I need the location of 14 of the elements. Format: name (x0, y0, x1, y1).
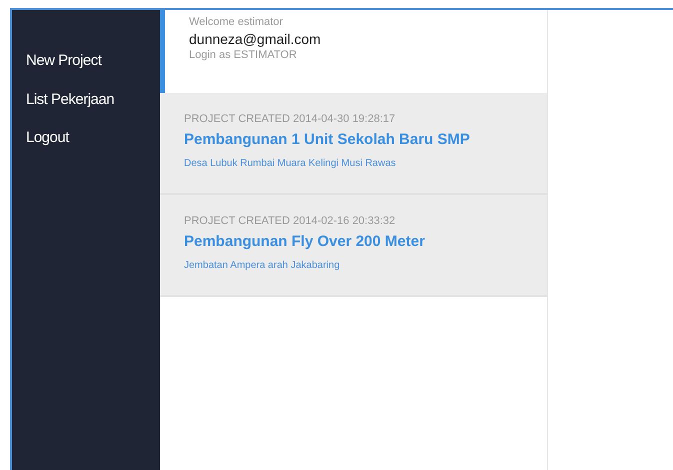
welcome-text: Welcome estimator (189, 15, 284, 30)
sidebar-link[interactable]: Logout (12, 127, 69, 150)
project-title[interactable]: Pembangunan Fly Over 200 Meter (184, 230, 425, 253)
role-text: Login as ESTIMATOR (189, 48, 298, 62)
project-title[interactable]: Pembangunan 1 Unit Sekolah Baru SMP (184, 128, 470, 151)
project-location: Jembatan Ampera arah Jakabaring (184, 258, 341, 272)
sidebar-link[interactable]: List Pekerjaan (12, 88, 114, 111)
project-location: Desa Lubuk Rumbai Muara Kelingi Musi Rawas (184, 156, 397, 170)
created-date: PROJECT CREATED 2014-02-16 20:33:32 (184, 214, 396, 229)
project-card[interactable]: PROJECT CREATED 2014-02-16 20:33:32 Pembangunan Fly Over 200 Meter Jembatan Ampera arah Jakabaring (160, 195, 547, 297)
project-card[interactable]: PROJECT CREATED 2014-04-30 19:28:17 Pembangunan 1 Unit Sekolah Baru SMP Desa Lubuk Rumbai Muara Kelingi Musi Rawas (160, 93, 547, 195)
sidebar-link[interactable]: New Project (12, 50, 102, 72)
user-email: dunneza@gmail.com (189, 30, 322, 46)
created-date: PROJECT CREATED 2014-04-30 19:28:17 (184, 112, 396, 127)
